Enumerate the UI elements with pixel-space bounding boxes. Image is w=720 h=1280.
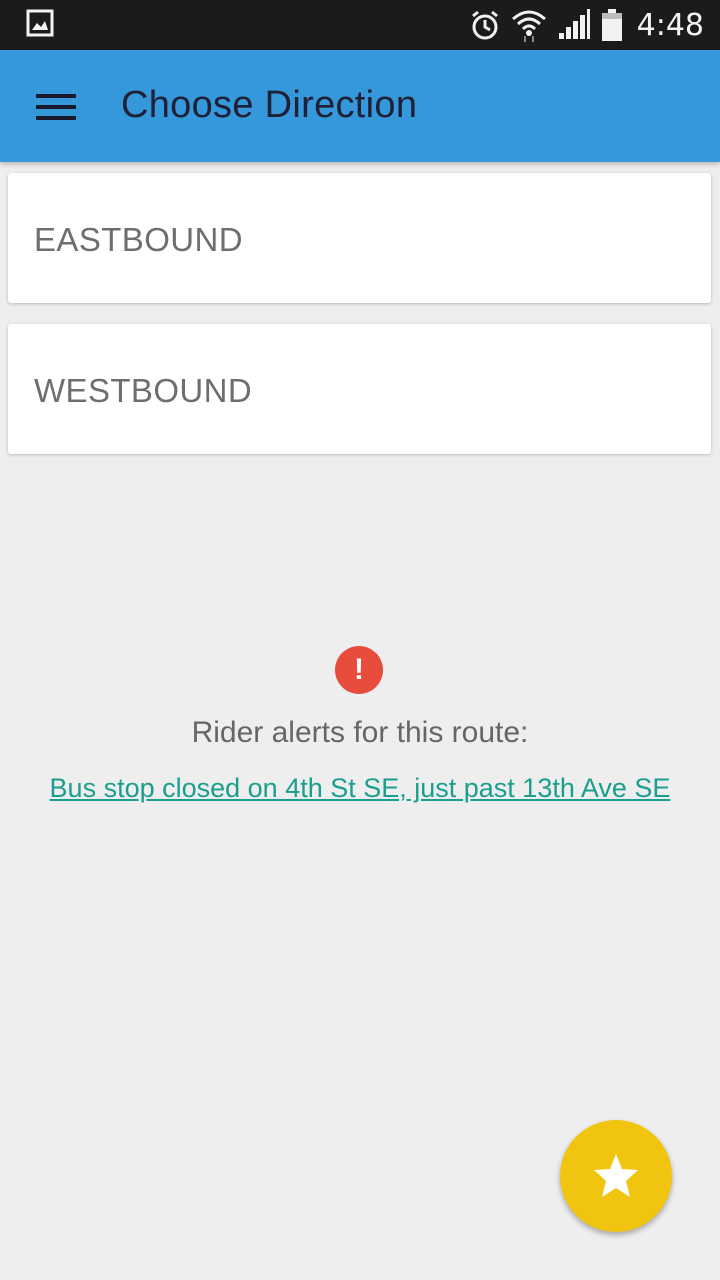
rider-alert-link[interactable]: Bus stop closed on 4th St SE, just past … [0, 773, 720, 804]
star-icon [594, 1154, 638, 1197]
status-bar: 4:48 [0, 0, 720, 50]
battery-icon [601, 9, 622, 41]
status-time: 4:48 [636, 7, 704, 43]
alarm-icon [471, 10, 498, 40]
wifi-icon [511, 10, 546, 42]
page-title: Choose Direction [121, 84, 418, 126]
direction-label: WESTBOUND [34, 372, 253, 409]
menu-icon[interactable] [36, 94, 76, 120]
direction-card-westbound[interactable]: WESTBOUND [8, 324, 711, 454]
rider-alerts-heading: Rider alerts for this route: [191, 716, 529, 749]
signal-icon [558, 9, 590, 39]
favorite-fab-button[interactable] [560, 1120, 672, 1232]
direction-card-eastbound[interactable]: EASTBOUND [8, 173, 711, 303]
alert-icon: ! [335, 646, 383, 694]
app-bar: Choose Direction [0, 50, 720, 162]
status-icons: 4:48 [469, 0, 704, 50]
image-icon [26, 9, 54, 37]
direction-label: EASTBOUND [34, 221, 243, 258]
